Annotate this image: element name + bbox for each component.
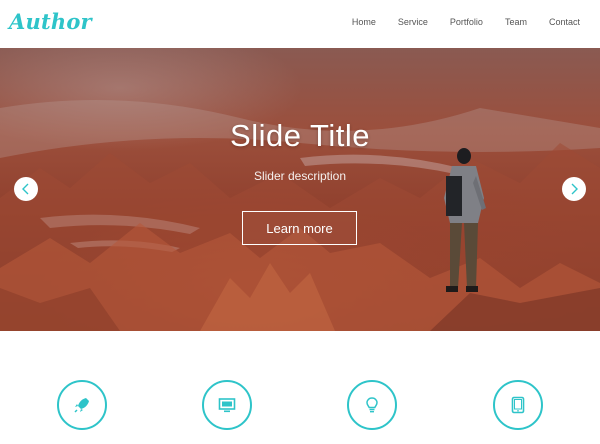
site-header: Author Home Service Portfolio Team Conta…: [0, 0, 600, 48]
nav-link-service[interactable]: Service: [398, 17, 428, 27]
feature-rocket: [57, 380, 107, 430]
rocket-icon: [74, 398, 89, 413]
lightbulb-icon: [366, 397, 378, 413]
site-logo[interactable]: Author: [9, 9, 92, 34]
slide-description: Slider description: [253, 169, 347, 183]
monitor-icon: [218, 398, 236, 413]
main-nav: Home Service Portfolio Team Contact: [330, 17, 580, 27]
hero-slider: Slide Title Slider description Learn mor…: [0, 48, 600, 331]
chevron-left-icon: [22, 183, 29, 195]
nav-link-contact[interactable]: Contact: [549, 17, 580, 27]
slider-prev-button[interactable]: [14, 177, 38, 201]
slider-next-button[interactable]: [562, 177, 586, 201]
feature-lightbulb: [347, 380, 397, 430]
hero-background-image: [0, 100, 600, 331]
tablet-icon: [511, 396, 525, 414]
feature-tablet: [493, 380, 543, 430]
feature-monitor: [202, 380, 252, 430]
features-section: [0, 331, 600, 444]
nav-link-team[interactable]: Team: [505, 17, 527, 27]
nav-link-portfolio[interactable]: Portfolio: [450, 17, 483, 27]
slide-title: Slide Title: [230, 118, 370, 153]
learn-more-button[interactable]: Learn more: [242, 211, 357, 245]
chevron-right-icon: [571, 183, 578, 195]
nav-link-home[interactable]: Home: [352, 17, 376, 27]
